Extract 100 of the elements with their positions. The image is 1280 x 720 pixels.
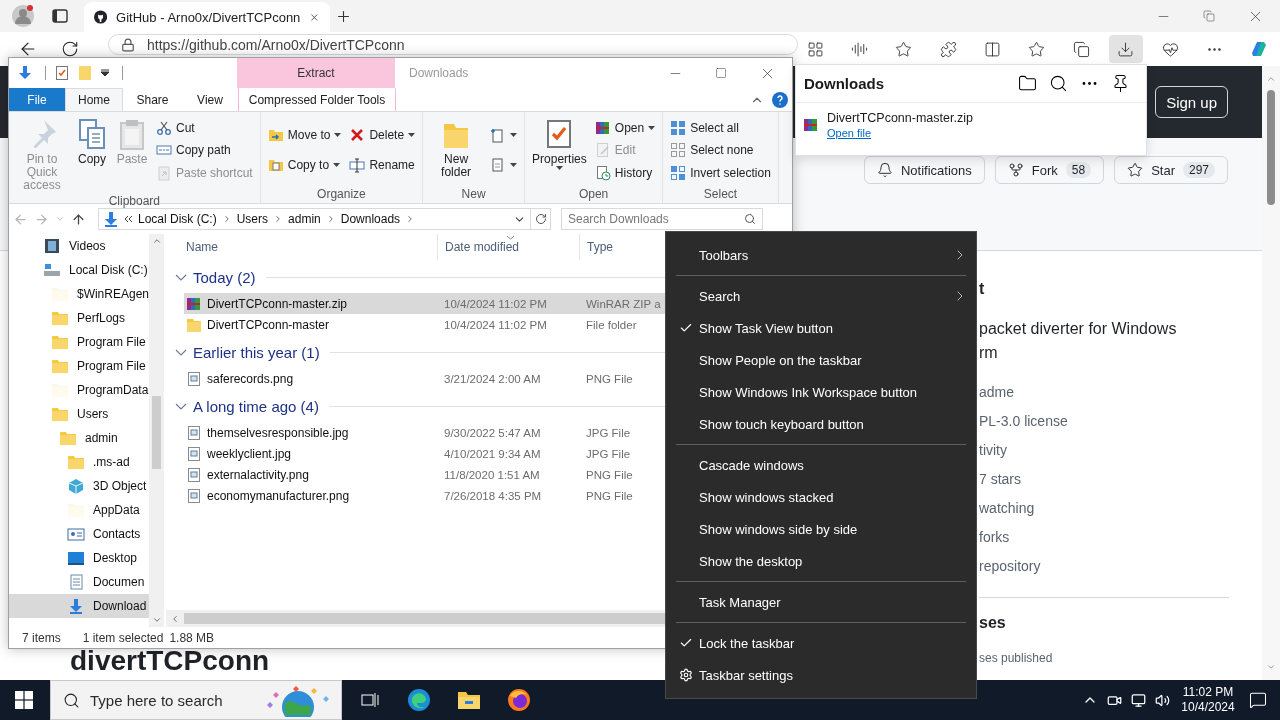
up-button[interactable] bbox=[71, 211, 86, 227]
scroll-left-icon[interactable] bbox=[170, 613, 180, 624]
browser-tab[interactable]: GitHub - Arno0x/DivertTCPconn bbox=[84, 2, 330, 32]
menu-item[interactable]: Cascade windows bbox=[666, 449, 976, 481]
download-icon[interactable] bbox=[17, 65, 33, 81]
tree-item[interactable]: AppData bbox=[9, 498, 149, 522]
tree-item[interactable]: .ms-ad bbox=[9, 450, 149, 474]
tree-item[interactable]: $WinREAgen bbox=[9, 282, 149, 306]
tree-item[interactable]: Videos bbox=[9, 234, 149, 258]
ribbon-button[interactable]: Move to bbox=[264, 124, 345, 146]
ribbon-button[interactable]: Copy path bbox=[153, 139, 256, 161]
open-file-link[interactable]: Open file bbox=[827, 127, 872, 139]
tree-item[interactable]: Program File bbox=[9, 354, 149, 378]
ribbon-tab[interactable]: Home bbox=[65, 88, 123, 111]
heart-pulse-icon[interactable] bbox=[1161, 40, 1179, 58]
ribbon-button[interactable]: History bbox=[591, 161, 659, 184]
apps-icon[interactable] bbox=[806, 40, 824, 58]
ribbon-button[interactable]: Rename bbox=[346, 154, 419, 176]
network-icon[interactable] bbox=[1130, 692, 1146, 708]
ribbon-tab[interactable]: File bbox=[9, 88, 65, 111]
caret-icon[interactable] bbox=[100, 69, 110, 77]
volume-icon[interactable] bbox=[1154, 692, 1170, 708]
ribbon-button[interactable]: Cut bbox=[153, 116, 256, 139]
avatar-icon[interactable] bbox=[12, 5, 34, 27]
repo-action-button[interactable]: Star 297 bbox=[1114, 156, 1228, 184]
help-icon[interactable] bbox=[772, 91, 788, 108]
taskbar-search-field[interactable]: Type here to search bbox=[50, 680, 342, 720]
sign-up-button[interactable]: Sign up bbox=[1155, 86, 1228, 118]
search-input[interactable]: Type here to search bbox=[90, 691, 253, 709]
ribbon-button[interactable]: Select all bbox=[667, 116, 774, 139]
tree-item[interactable]: 3D Object bbox=[9, 474, 149, 498]
downloads-button[interactable] bbox=[1108, 35, 1143, 63]
ribbon-tab[interactable]: Compressed Folder Tools bbox=[238, 88, 396, 111]
ribbon-button[interactable]: New folder bbox=[427, 116, 486, 181]
ribbon-button[interactable]: Open bbox=[591, 116, 659, 139]
ribbon-button[interactable]: Select none bbox=[667, 139, 774, 161]
menu-item[interactable]: Toolbars bbox=[666, 239, 976, 271]
menu-item[interactable]: Show the desktop bbox=[666, 545, 976, 577]
breadcrumb[interactable]: admin bbox=[288, 212, 321, 226]
folder-taskbar-icon[interactable] bbox=[457, 689, 481, 711]
windows-logo-icon[interactable] bbox=[15, 691, 33, 709]
tab-actions-icon[interactable] bbox=[52, 8, 68, 24]
browser-taskbar-icon[interactable] bbox=[407, 688, 431, 712]
search-icon[interactable] bbox=[1049, 74, 1068, 93]
repo-action-button[interactable]: Fork 58 bbox=[994, 156, 1105, 184]
favorites-icon[interactable] bbox=[1028, 40, 1046, 58]
extensions-icon[interactable] bbox=[939, 40, 957, 58]
menu-item[interactable]: Lock the taskbar bbox=[666, 627, 976, 659]
tree-item[interactable]: admin bbox=[9, 426, 149, 450]
ribbon-button[interactable]: Copy bbox=[73, 116, 111, 168]
browser-taskbar-icon[interactable] bbox=[507, 688, 531, 712]
task-view-icon[interactable] bbox=[361, 692, 379, 708]
column-header[interactable]: Name bbox=[186, 240, 218, 254]
ribbon-button[interactable]: Properties bbox=[529, 116, 590, 172]
tree-item[interactable]: Program File bbox=[9, 330, 149, 354]
search-input[interactable]: Search Downloads bbox=[568, 212, 744, 226]
breadcrumb[interactable]: Users bbox=[236, 212, 269, 226]
properties-icon[interactable] bbox=[54, 65, 70, 81]
sidebar-link[interactable]: adme bbox=[979, 378, 1262, 407]
favorite-icon[interactable] bbox=[895, 40, 913, 58]
menu-item[interactable]: Show Task View button bbox=[666, 312, 976, 344]
tree-item[interactable]: Contacts bbox=[9, 522, 149, 546]
sidebar-link[interactable]: repository bbox=[979, 552, 1262, 581]
ribbon-button[interactable]: Copy to bbox=[264, 154, 345, 176]
menu-item[interactable]: Show touch keyboard button bbox=[666, 408, 976, 440]
tree-item[interactable]: Desktop bbox=[9, 546, 149, 570]
notifications-icon[interactable] bbox=[1249, 691, 1267, 709]
tree-item[interactable]: ProgramData bbox=[9, 378, 149, 402]
sidebar-link[interactable]: 7 stars bbox=[979, 465, 1262, 494]
tree-item[interactable]: PerfLogs bbox=[9, 306, 149, 330]
maximize-icon[interactable] bbox=[715, 67, 727, 79]
sidebar-link[interactable]: tivity bbox=[979, 436, 1262, 465]
refresh-button[interactable] bbox=[61, 40, 79, 58]
column-header[interactable]: Date modified bbox=[445, 240, 520, 254]
tree-item[interactable]: Download bbox=[9, 594, 149, 618]
search-field[interactable]: Search Downloads bbox=[561, 208, 763, 230]
sidebar-link[interactable]: PL-3.0 license bbox=[979, 407, 1262, 436]
address-field[interactable]: Local Disk (C:) Users admin Downloads bbox=[98, 208, 531, 230]
scrollbar-thumb[interactable] bbox=[152, 396, 161, 469]
split-screen-icon[interactable] bbox=[984, 40, 1002, 58]
folder-icon[interactable] bbox=[1018, 74, 1037, 93]
menu-item[interactable]: Task Manager bbox=[666, 586, 976, 618]
sidebar-link[interactable]: watching bbox=[979, 494, 1262, 523]
scrollbar-thumb[interactable] bbox=[1267, 90, 1275, 205]
clock[interactable]: 11:02 PM 10/4/2024 bbox=[1180, 680, 1236, 720]
pin-icon[interactable] bbox=[1111, 74, 1130, 93]
menu-item[interactable]: Show windows side by side bbox=[666, 513, 976, 545]
menu-item[interactable]: Taskbar settings bbox=[666, 659, 976, 691]
scroll-up-icon[interactable] bbox=[151, 236, 162, 246]
tree-item[interactable]: Users bbox=[9, 402, 149, 426]
breadcrumb[interactable]: Local Disk (C:) bbox=[138, 212, 217, 226]
ribbon-button[interactable]: Delete bbox=[346, 124, 419, 146]
sidebar-link[interactable]: forks bbox=[979, 523, 1262, 552]
tree-item[interactable]: Local Disk (C:) bbox=[9, 258, 149, 282]
breadcrumb[interactable]: Downloads bbox=[340, 212, 401, 226]
collections-icon[interactable] bbox=[1072, 40, 1090, 58]
scroll-down-icon[interactable] bbox=[151, 615, 162, 625]
column-header[interactable]: Type bbox=[587, 240, 613, 254]
menu-item[interactable]: Show windows stacked bbox=[666, 481, 976, 513]
ribbon-button[interactable]: Invert selection bbox=[667, 161, 774, 184]
